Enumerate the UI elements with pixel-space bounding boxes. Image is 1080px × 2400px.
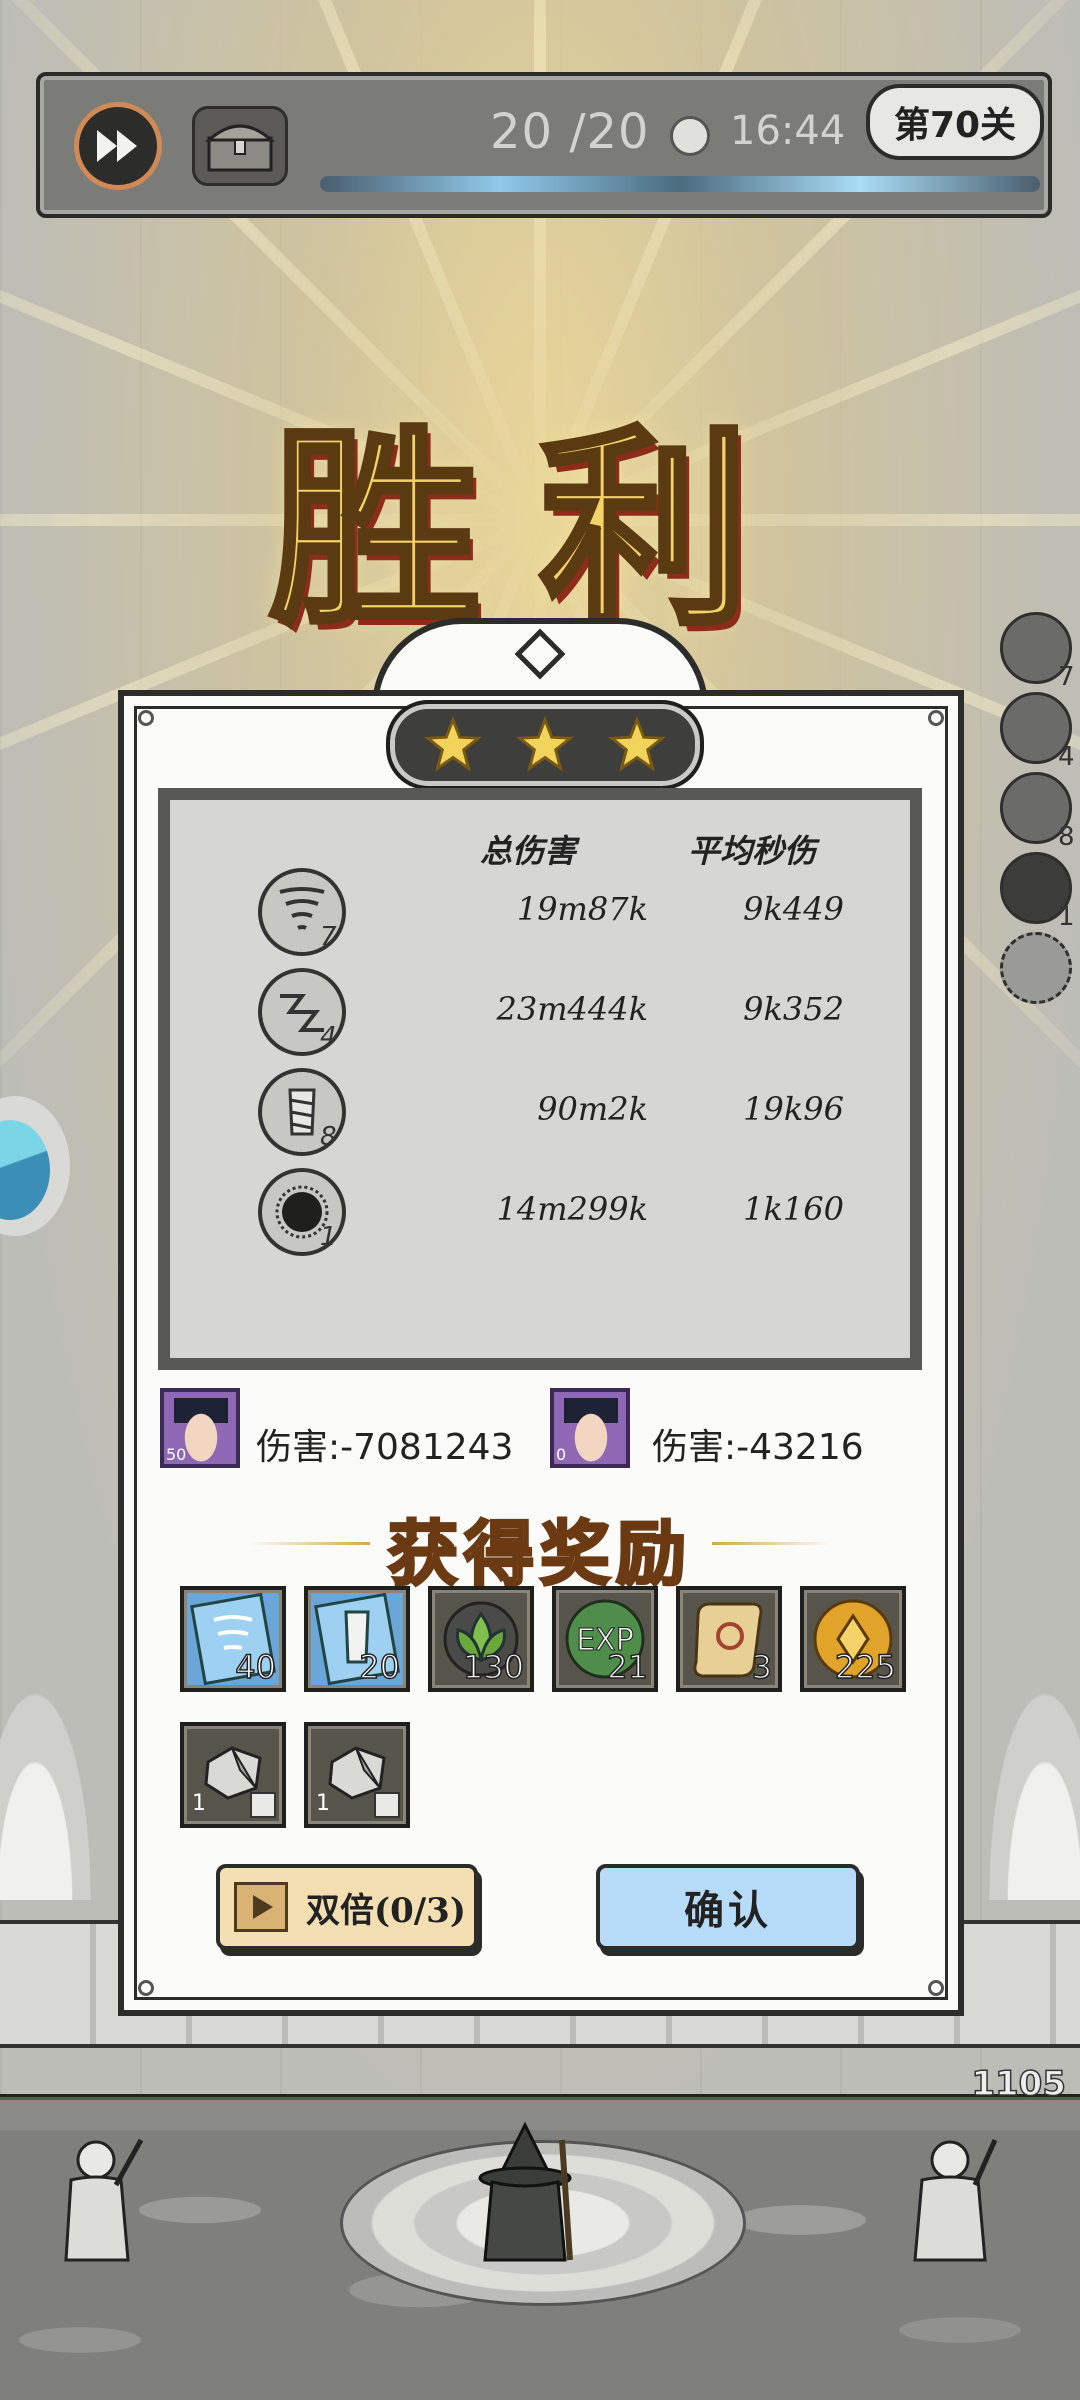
confirm-button[interactable]: 确认	[596, 1864, 860, 1950]
skill-avg-dps: 1k160	[743, 1190, 844, 1228]
double-reward-label: 双倍(0/3)	[306, 1890, 466, 1931]
hero-damage: 伤害:-7081243	[256, 1427, 514, 1468]
damage-stats-panel: 总伤害 平均秒伤 7 19m87k 9k449 4 23m444k 9k352 …	[158, 788, 922, 1370]
skill-stat-row: 7 19m87k 9k449	[170, 868, 910, 958]
battle-timer: 16:44	[730, 108, 846, 154]
ally-monk-left	[64, 2138, 144, 2262]
stage-label: 第70关	[866, 84, 1044, 160]
reward-count: 1	[192, 1791, 206, 1816]
skill-avg-dps: 19k96	[743, 1090, 844, 1128]
treasure-chest-icon	[205, 124, 275, 172]
fast-forward-icon	[97, 130, 137, 162]
equipment-slot-tag-icon	[250, 1792, 276, 1818]
reward-count: 21	[607, 1647, 649, 1687]
corner-rivet	[928, 710, 944, 726]
reward-item[interactable]: 20	[304, 1586, 410, 1692]
corner-rivet	[928, 1980, 944, 1996]
fast-forward-button[interactable]	[74, 102, 162, 190]
avg-dps-header: 平均秒伤	[688, 832, 817, 870]
hero-avatar[interactable]: 0	[550, 1388, 630, 1468]
skill-total-damage: 90m2k	[537, 1090, 648, 1128]
base-hp-value: 1105	[971, 2063, 1067, 2105]
star-icon	[516, 716, 574, 772]
skill-avg-dps: 9k449	[743, 890, 844, 928]
confirm-label: 确认	[684, 1887, 772, 1934]
video-ad-icon	[234, 1882, 288, 1932]
star-icon	[424, 716, 482, 772]
wave-counter: 20 /20	[490, 104, 650, 160]
corner-rivet	[138, 1980, 154, 1996]
skill-stat-row: 8 90m2k 19k96	[170, 1068, 910, 1158]
clock-icon	[670, 116, 710, 156]
star-rating	[386, 700, 704, 790]
reward-item[interactable]: 130	[428, 1586, 534, 1692]
skill-total-damage: 23m444k	[496, 990, 648, 1028]
star-icon	[608, 716, 666, 772]
hero-avatar[interactable]: 50	[160, 1388, 240, 1468]
skill-level: 7	[320, 922, 337, 952]
reward-item[interactable]: EXP 21	[552, 1586, 658, 1692]
right-flame-decoration	[980, 1660, 1080, 1900]
skill-level: 1	[320, 1222, 337, 1252]
double-reward-button[interactable]: 双倍(0/3)	[216, 1864, 478, 1950]
reward-count: 40	[235, 1647, 277, 1687]
skill-avg-dps: 9k352	[743, 990, 844, 1028]
left-flame-decoration	[0, 1660, 100, 1900]
side-skill-count: 8	[1058, 822, 1075, 852]
hero-level: 0	[556, 1445, 567, 1464]
reward-count: 20	[359, 1647, 401, 1687]
skill-total-damage: 19m87k	[516, 890, 648, 928]
reward-item[interactable]: 1	[180, 1722, 286, 1828]
top-hud: 20 /20 16:44 第70关	[36, 72, 1052, 218]
reward-item[interactable]: 40	[180, 1586, 286, 1692]
hero-damage: 伤害:-43216	[652, 1427, 864, 1468]
corner-rivet	[138, 710, 154, 726]
skill-stat-row: 1 14m299k 1k160	[170, 1168, 910, 1258]
skill-level: 8	[320, 1122, 337, 1152]
reward-item[interactable]: 1	[304, 1722, 410, 1828]
side-skill-count: 1	[1058, 902, 1075, 932]
wizard-character	[478, 2121, 573, 2262]
reward-item[interactable]: 225	[800, 1586, 906, 1692]
reward-count: 3	[751, 1647, 773, 1687]
reward-count: 130	[462, 1647, 525, 1687]
equipment-slot-tag-icon	[374, 1792, 400, 1818]
total-damage-header: 总伤害	[480, 832, 577, 870]
side-skill-count: 7	[1058, 662, 1075, 692]
skill-total-damage: 14m299k	[496, 1190, 648, 1228]
skill-stat-row: 4 23m444k 9k352	[170, 968, 910, 1058]
hero-portrait	[564, 1398, 618, 1464]
hero-level: 50	[166, 1445, 187, 1464]
lightning-progress-bar	[320, 176, 1040, 192]
reward-count: 225	[834, 1647, 897, 1687]
side-skill-count: 4	[1058, 742, 1075, 772]
treasure-chest-button[interactable]	[192, 106, 288, 186]
skill-level: 4	[320, 1022, 337, 1052]
rewards-title: 获得奖励	[387, 1511, 692, 1597]
ally-monk-right	[913, 2138, 998, 2262]
reward-count: 1	[316, 1791, 330, 1816]
reward-item[interactable]: 3	[676, 1586, 782, 1692]
side-skill-empty-slot[interactable]	[1000, 932, 1072, 1004]
